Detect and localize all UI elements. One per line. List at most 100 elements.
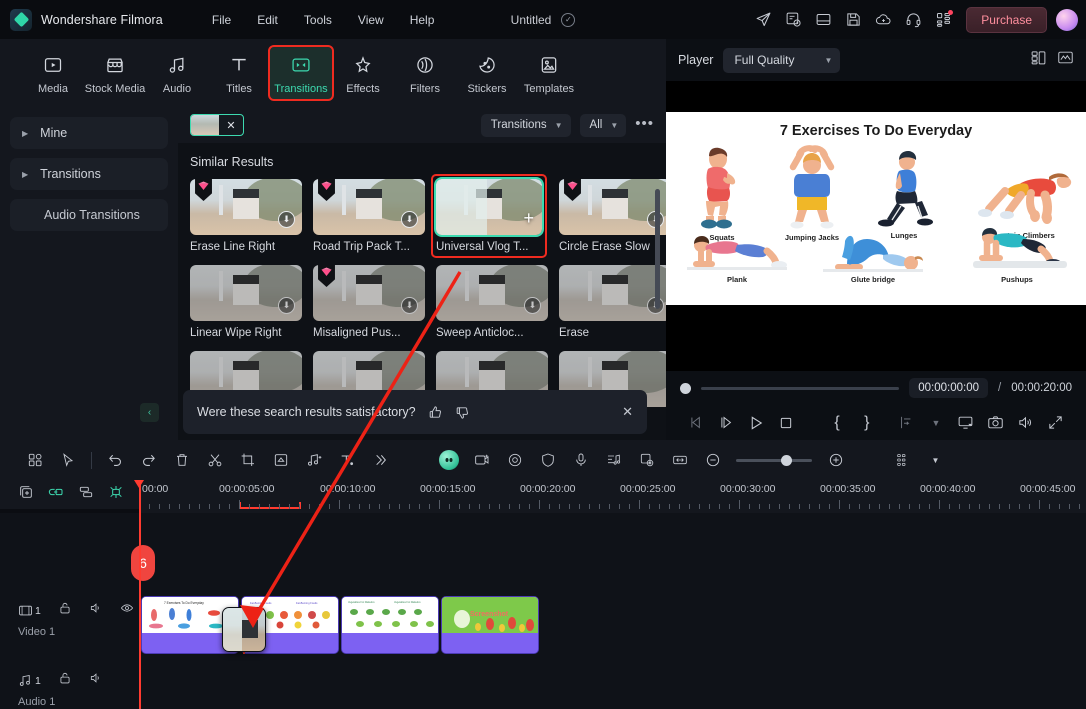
tab-titles[interactable]: Titles bbox=[208, 47, 270, 99]
close-feedback-icon[interactable]: ✕ bbox=[622, 404, 633, 420]
menu-item-file[interactable]: File bbox=[199, 9, 244, 31]
result-card[interactable]: ⬇ Linear Wipe Right bbox=[190, 265, 302, 339]
result-card[interactable]: ⬇ Road Trip Pack T... bbox=[313, 179, 425, 253]
align-button[interactable] bbox=[78, 484, 94, 505]
mark-out-button[interactable]: } bbox=[852, 409, 882, 437]
table-row[interactable]: Vegetables For Diabetics Vegetables For … bbox=[341, 596, 439, 654]
download-icon[interactable]: ⬇ bbox=[278, 211, 295, 228]
download-icon[interactable]: ⬇ bbox=[401, 297, 418, 314]
tab-effects[interactable]: Effects bbox=[332, 47, 394, 99]
link-clips-button[interactable] bbox=[48, 484, 64, 505]
purchase-button[interactable]: Purchase bbox=[966, 6, 1047, 33]
clear-search-icon[interactable]: ✕ bbox=[219, 115, 243, 135]
thumbs-down-icon[interactable] bbox=[455, 405, 470, 420]
result-card[interactable]: ⬇ Erase Line Right bbox=[190, 179, 302, 253]
add-track-button[interactable] bbox=[18, 484, 34, 505]
eye-icon[interactable] bbox=[120, 601, 134, 620]
browser-scrollbar[interactable] bbox=[655, 189, 660, 309]
apps-grid-icon[interactable] bbox=[930, 6, 957, 33]
redo-button[interactable] bbox=[132, 446, 165, 474]
fullscreen-button[interactable] bbox=[1040, 409, 1070, 437]
current-time[interactable]: 00:00:00:00 bbox=[909, 378, 989, 398]
menu-item-tools[interactable]: Tools bbox=[291, 9, 345, 31]
crop-button[interactable] bbox=[231, 446, 264, 474]
export-frame-button[interactable] bbox=[891, 409, 921, 437]
type-filter[interactable]: All ▼ bbox=[579, 113, 627, 137]
layout-icon[interactable] bbox=[810, 6, 837, 33]
lock-icon[interactable] bbox=[58, 671, 72, 690]
seek-track[interactable] bbox=[701, 386, 900, 390]
tab-stickers[interactable]: Stickers bbox=[456, 47, 518, 99]
support-headset-icon[interactable] bbox=[900, 6, 927, 33]
tab-templates[interactable]: Templates bbox=[518, 47, 580, 99]
green-screen-button[interactable] bbox=[465, 446, 498, 474]
sidebar-item-transitions[interactable]: ▶ Transitions bbox=[10, 158, 168, 190]
cloud-upload-icon[interactable] bbox=[870, 6, 897, 33]
zoom-slider-handle[interactable] bbox=[781, 454, 792, 466]
next-frame-button[interactable] bbox=[712, 409, 742, 437]
mute-icon[interactable] bbox=[89, 671, 103, 690]
quality-select[interactable]: Full Quality ▼ bbox=[723, 47, 841, 73]
save-icon[interactable] bbox=[840, 6, 867, 33]
thumbs-up-icon[interactable] bbox=[428, 405, 443, 420]
tab-stock-media[interactable]: Stock Media bbox=[84, 47, 146, 99]
drag-preview-thumbnail[interactable] bbox=[222, 607, 266, 652]
fit-timeline-button[interactable] bbox=[663, 446, 696, 474]
playhead[interactable] bbox=[139, 480, 141, 709]
motion-tracking-button[interactable] bbox=[498, 446, 531, 474]
sidebar-item-mine[interactable]: ▶ Mine bbox=[10, 117, 168, 149]
voiceover-mic-button[interactable] bbox=[564, 446, 597, 474]
image-search-chip[interactable]: ✕ bbox=[190, 114, 244, 136]
auto-reframe-button[interactable] bbox=[630, 446, 663, 474]
result-card[interactable]: ⬇ Erase bbox=[559, 265, 666, 339]
result-card[interactable]: ⬇ Misaligned Pus... bbox=[313, 265, 425, 339]
timeline-options-chevron[interactable]: ▼ bbox=[919, 446, 952, 474]
select-cursor-button[interactable] bbox=[51, 446, 84, 474]
download-icon[interactable]: ⬇ bbox=[524, 297, 541, 314]
collapse-panel-button[interactable]: ‹ bbox=[140, 403, 159, 422]
zoom-out-button[interactable] bbox=[696, 446, 729, 474]
avatar[interactable] bbox=[1056, 8, 1078, 31]
tab-filters[interactable]: Filters bbox=[394, 47, 456, 99]
seek-handle[interactable] bbox=[680, 382, 691, 394]
stabilize-shield-button[interactable] bbox=[531, 446, 564, 474]
timeline-options-button[interactable] bbox=[886, 446, 919, 474]
result-card-selected[interactable]: + Universal Vlog T... bbox=[431, 174, 547, 258]
tab-transitions[interactable]: Transitions bbox=[268, 45, 334, 101]
render-preview-icon[interactable] bbox=[780, 6, 807, 33]
speed-button[interactable] bbox=[264, 446, 297, 474]
markers-button[interactable] bbox=[108, 484, 124, 505]
stop-button[interactable] bbox=[771, 409, 801, 437]
volume-button[interactable] bbox=[1010, 409, 1040, 437]
tab-media[interactable]: Media bbox=[22, 47, 84, 99]
lock-icon[interactable] bbox=[58, 601, 72, 620]
download-icon[interactable]: ⬇ bbox=[278, 297, 295, 314]
grid-view-button[interactable] bbox=[18, 446, 51, 474]
play-button[interactable] bbox=[742, 409, 772, 437]
share-export-icon[interactable] bbox=[750, 6, 777, 33]
category-filter[interactable]: Transitions ▼ bbox=[480, 113, 571, 137]
more-chevron-button[interactable]: ▼ bbox=[921, 409, 951, 437]
delete-button[interactable] bbox=[165, 446, 198, 474]
zoom-slider[interactable] bbox=[736, 454, 812, 466]
menu-item-view[interactable]: View bbox=[345, 9, 397, 31]
timeline-ruler[interactable]: 00:00 00:00:05:00 00:00:10:00 00:00:15:0… bbox=[139, 480, 1086, 513]
sidebar-item-audio-transitions[interactable]: Audio Transitions bbox=[10, 199, 168, 231]
result-card[interactable]: ⬇ Sweep Anticloc... bbox=[436, 265, 548, 339]
menu-item-help[interactable]: Help bbox=[397, 9, 448, 31]
mute-icon[interactable] bbox=[89, 601, 103, 620]
preview-stage[interactable]: 7 Exercises To Do Everyday Squats Jumpin… bbox=[666, 81, 1086, 371]
split-view-icon[interactable] bbox=[1030, 49, 1047, 71]
result-card[interactable]: ⬇ Circle Erase Slow bbox=[559, 179, 666, 253]
snapshot-camera-button[interactable] bbox=[981, 409, 1011, 437]
more-chevrons-button[interactable] bbox=[363, 446, 396, 474]
display-mode-button[interactable] bbox=[951, 409, 981, 437]
prev-frame-button[interactable] bbox=[682, 409, 712, 437]
mark-in-button[interactable]: { bbox=[822, 409, 852, 437]
ai-tools-orb-button[interactable] bbox=[432, 446, 465, 474]
split-scissors-button[interactable] bbox=[198, 446, 231, 474]
add-to-timeline-icon[interactable]: + bbox=[523, 209, 534, 227]
download-icon[interactable]: ⬇ bbox=[401, 211, 418, 228]
text-button[interactable] bbox=[330, 446, 363, 474]
menu-item-edit[interactable]: Edit bbox=[244, 9, 291, 31]
